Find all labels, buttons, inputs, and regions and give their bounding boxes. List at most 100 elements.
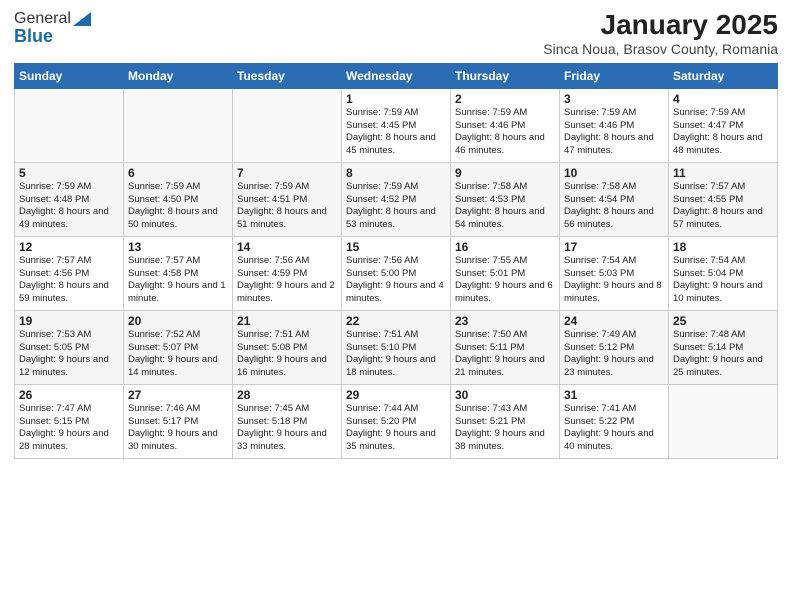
day-number: 16 <box>455 240 555 254</box>
day-number: 9 <box>455 166 555 180</box>
day-number: 6 <box>128 166 228 180</box>
day-info: Sunset: 5:05 PM <box>19 342 119 355</box>
calendar-cell <box>124 88 233 162</box>
day-number: 19 <box>19 314 119 328</box>
day-info: Daylight: 9 hours and 33 minutes. <box>237 428 337 454</box>
page-title: January 2025 <box>543 10 778 41</box>
calendar-cell: 10Sunrise: 7:58 AMSunset: 4:54 PMDayligh… <box>560 162 669 236</box>
calendar-cell: 30Sunrise: 7:43 AMSunset: 5:21 PMDayligh… <box>451 384 560 458</box>
day-number: 18 <box>673 240 773 254</box>
day-info: Sunset: 5:22 PM <box>564 416 664 429</box>
day-info: Sunrise: 7:59 AM <box>346 107 446 120</box>
day-info: Sunrise: 7:59 AM <box>455 107 555 120</box>
logo-blue-text: Blue <box>14 26 53 47</box>
day-info: Daylight: 8 hours and 49 minutes. <box>19 206 119 232</box>
day-header-saturday: Saturday <box>669 63 778 88</box>
day-info: Daylight: 8 hours and 45 minutes. <box>346 132 446 158</box>
day-info: Sunset: 5:15 PM <box>19 416 119 429</box>
day-info: Sunrise: 7:44 AM <box>346 403 446 416</box>
day-header-friday: Friday <box>560 63 669 88</box>
day-number: 11 <box>673 166 773 180</box>
day-info: Sunset: 4:50 PM <box>128 194 228 207</box>
day-info: Daylight: 9 hours and 4 minutes. <box>346 280 446 306</box>
calendar-cell: 31Sunrise: 7:41 AMSunset: 5:22 PMDayligh… <box>560 384 669 458</box>
day-number: 14 <box>237 240 337 254</box>
day-header-thursday: Thursday <box>451 63 560 88</box>
day-info: Sunset: 4:46 PM <box>564 120 664 133</box>
day-number: 30 <box>455 388 555 402</box>
day-number: 17 <box>564 240 664 254</box>
day-info: Daylight: 9 hours and 16 minutes. <box>237 354 337 380</box>
day-info: Daylight: 8 hours and 57 minutes. <box>673 206 773 232</box>
day-number: 26 <box>19 388 119 402</box>
day-info: Sunrise: 7:51 AM <box>346 329 446 342</box>
day-number: 7 <box>237 166 337 180</box>
day-info: Sunset: 5:07 PM <box>128 342 228 355</box>
day-info: Daylight: 8 hours and 50 minutes. <box>128 206 228 232</box>
day-info: Sunset: 5:18 PM <box>237 416 337 429</box>
day-info: Sunset: 5:14 PM <box>673 342 773 355</box>
day-info: Sunrise: 7:57 AM <box>128 255 228 268</box>
day-number: 29 <box>346 388 446 402</box>
day-info: Daylight: 9 hours and 28 minutes. <box>19 428 119 454</box>
day-info: Daylight: 9 hours and 12 minutes. <box>19 354 119 380</box>
day-info: Daylight: 8 hours and 51 minutes. <box>237 206 337 232</box>
day-info: Sunrise: 7:51 AM <box>237 329 337 342</box>
day-info: Daylight: 8 hours and 48 minutes. <box>673 132 773 158</box>
day-info: Sunset: 4:55 PM <box>673 194 773 207</box>
day-number: 20 <box>128 314 228 328</box>
day-number: 1 <box>346 92 446 106</box>
day-info: Daylight: 9 hours and 30 minutes. <box>128 428 228 454</box>
day-info: Sunset: 4:53 PM <box>455 194 555 207</box>
day-info: Sunset: 4:51 PM <box>237 194 337 207</box>
calendar-cell: 25Sunrise: 7:48 AMSunset: 5:14 PMDayligh… <box>669 310 778 384</box>
calendar-cell: 27Sunrise: 7:46 AMSunset: 5:17 PMDayligh… <box>124 384 233 458</box>
day-info: Sunrise: 7:55 AM <box>455 255 555 268</box>
day-info: Daylight: 8 hours and 53 minutes. <box>346 206 446 232</box>
day-number: 4 <box>673 92 773 106</box>
day-number: 13 <box>128 240 228 254</box>
day-info: Sunrise: 7:50 AM <box>455 329 555 342</box>
day-info: Daylight: 9 hours and 23 minutes. <box>564 354 664 380</box>
calendar-cell: 14Sunrise: 7:56 AMSunset: 4:59 PMDayligh… <box>233 236 342 310</box>
day-info: Sunrise: 7:45 AM <box>237 403 337 416</box>
calendar-cell: 17Sunrise: 7:54 AMSunset: 5:03 PMDayligh… <box>560 236 669 310</box>
calendar-cell: 18Sunrise: 7:54 AMSunset: 5:04 PMDayligh… <box>669 236 778 310</box>
calendar-cell <box>669 384 778 458</box>
day-info: Daylight: 9 hours and 8 minutes. <box>564 280 664 306</box>
day-info: Sunrise: 7:43 AM <box>455 403 555 416</box>
day-number: 23 <box>455 314 555 328</box>
day-info: Sunrise: 7:54 AM <box>564 255 664 268</box>
calendar-body: 1Sunrise: 7:59 AMSunset: 4:45 PMDaylight… <box>15 88 778 458</box>
day-info: Sunset: 5:01 PM <box>455 268 555 281</box>
header: General Blue January 2025 Sinca Noua, Br… <box>14 10 778 57</box>
day-info: Daylight: 9 hours and 18 minutes. <box>346 354 446 380</box>
day-info: Sunrise: 7:48 AM <box>673 329 773 342</box>
day-number: 21 <box>237 314 337 328</box>
day-header-tuesday: Tuesday <box>233 63 342 88</box>
day-number: 12 <box>19 240 119 254</box>
day-info: Daylight: 9 hours and 38 minutes. <box>455 428 555 454</box>
day-info: Sunset: 5:04 PM <box>673 268 773 281</box>
day-header-sunday: Sunday <box>15 63 124 88</box>
day-info: Sunrise: 7:57 AM <box>19 255 119 268</box>
calendar-cell: 13Sunrise: 7:57 AMSunset: 4:58 PMDayligh… <box>124 236 233 310</box>
calendar-cell: 5Sunrise: 7:59 AMSunset: 4:48 PMDaylight… <box>15 162 124 236</box>
day-number: 24 <box>564 314 664 328</box>
day-info: Sunset: 5:11 PM <box>455 342 555 355</box>
day-number: 5 <box>19 166 119 180</box>
title-block: January 2025 Sinca Noua, Brasov County, … <box>543 10 778 57</box>
calendar-cell: 26Sunrise: 7:47 AMSunset: 5:15 PMDayligh… <box>15 384 124 458</box>
day-info: Sunset: 5:10 PM <box>346 342 446 355</box>
calendar-table: SundayMondayTuesdayWednesdayThursdayFrid… <box>14 63 778 459</box>
day-info: Daylight: 9 hours and 21 minutes. <box>455 354 555 380</box>
day-number: 15 <box>346 240 446 254</box>
day-info: Sunrise: 7:46 AM <box>128 403 228 416</box>
calendar-cell: 21Sunrise: 7:51 AMSunset: 5:08 PMDayligh… <box>233 310 342 384</box>
logo: General Blue <box>14 10 91 47</box>
day-info: Sunset: 4:48 PM <box>19 194 119 207</box>
day-info: Sunset: 4:54 PM <box>564 194 664 207</box>
day-info: Sunrise: 7:49 AM <box>564 329 664 342</box>
day-number: 10 <box>564 166 664 180</box>
page: General Blue January 2025 Sinca Noua, Br… <box>0 0 792 612</box>
